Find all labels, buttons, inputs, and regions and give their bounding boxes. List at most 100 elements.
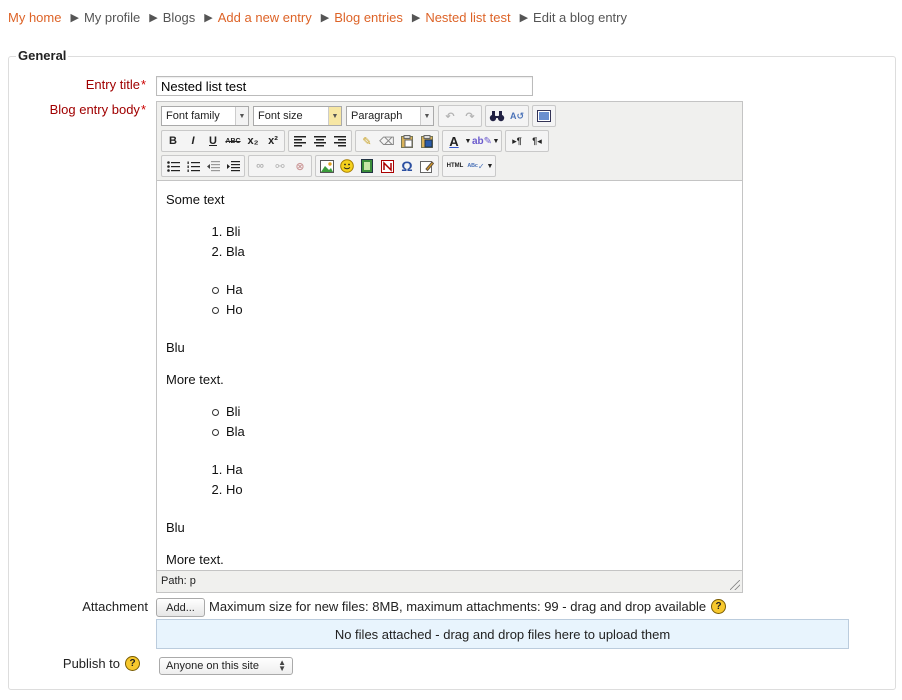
text-style-group: B I U ABC x₂ x²	[161, 130, 285, 152]
add-attachment-button[interactable]: Add...	[156, 598, 205, 617]
spellcheck-icon[interactable]: ᴬᴮᶜ✓	[466, 156, 486, 176]
chevron-down-icon: ▼	[235, 107, 248, 125]
outdent-icon[interactable]	[203, 156, 223, 176]
content-paragraph: More text.	[166, 372, 224, 387]
breadcrumb-blogs[interactable]: Blogs	[163, 10, 196, 25]
file-dropzone[interactable]: No files attached - drag and drop files …	[156, 619, 849, 649]
editor-content-area[interactable]: Some text Bli Bla Ha Ho Blu More text. B…	[157, 180, 742, 571]
cleanup-icon[interactable]: ✎	[357, 131, 377, 151]
content-paragraph: Blu	[166, 340, 185, 355]
list-item: Ha	[226, 460, 733, 480]
bold-button[interactable]: B	[163, 131, 183, 151]
rich-text-editor: Font family ▼ Font size ▼ Paragraph ▼ ↶ …	[156, 101, 743, 593]
breadcrumb-add-new-entry[interactable]: Add a new entry	[218, 10, 312, 25]
chevron-down-icon: ▼	[420, 107, 433, 125]
subscript-button[interactable]: x₂	[243, 131, 263, 151]
editor-statusbar: Path: p	[157, 572, 742, 592]
blog-entry-body-label: Blog entry body*	[6, 102, 146, 117]
nonbreaking-icon[interactable]	[377, 156, 397, 176]
image-icon[interactable]	[317, 156, 337, 176]
entry-title-input[interactable]	[156, 76, 533, 96]
superscript-button[interactable]: x²	[263, 131, 283, 151]
undo-icon[interactable]: ↶	[440, 106, 460, 126]
font-size-select[interactable]: Font size ▼	[253, 106, 342, 126]
eraser-icon[interactable]: ⌫	[377, 131, 397, 151]
breadcrumb-blog-entries[interactable]: Blog entries	[334, 10, 403, 25]
content-ordered-list: Ha Ho	[166, 460, 733, 499]
undo-redo-group: ↶ ↷	[438, 105, 482, 127]
edit-icon[interactable]	[417, 156, 437, 176]
strikethrough-button[interactable]: ABC	[223, 131, 243, 151]
content-paragraph: Blu	[166, 520, 185, 535]
align-left-icon[interactable]	[290, 131, 310, 151]
list-item: Ha	[212, 280, 733, 300]
breadcrumb-separator-icon: ▶	[70, 11, 79, 24]
entry-title-label-text: Entry title	[85, 77, 140, 92]
breadcrumb-separator-icon: ▶	[519, 11, 529, 24]
numbered-list-icon[interactable]	[183, 156, 203, 176]
align-center-icon[interactable]	[310, 131, 330, 151]
content-ordered-list: Bli Bla	[166, 222, 733, 261]
list-item: Bli	[212, 402, 733, 422]
fieldset-legend: General	[16, 48, 69, 63]
link-icon[interactable]: ∞	[250, 156, 270, 176]
breadcrumb-separator-icon: ▶	[320, 11, 330, 24]
publish-to-value: Anyone on this site	[166, 660, 259, 672]
list-item: Ho	[212, 300, 733, 320]
font-size-value: Font size	[258, 110, 303, 122]
align-right-icon[interactable]	[330, 131, 350, 151]
chevron-down-icon[interactable]: ▼	[492, 131, 500, 151]
html-spell-group: HTML ᴬᴮᶜ✓ ▼	[442, 155, 496, 177]
emoticon-icon[interactable]	[337, 156, 357, 176]
element-path[interactable]: Path: p	[161, 575, 196, 587]
attachment-info: Maximum size for new files: 8MB, maximum…	[209, 599, 727, 614]
find-icon[interactable]	[487, 106, 507, 126]
ltr-icon[interactable]: ▸¶	[507, 131, 527, 151]
link-group: ∞ ⚯ ⊗	[248, 155, 312, 177]
dropzone-text: No files attached - drag and drop files …	[334, 626, 671, 642]
indent-icon[interactable]	[223, 156, 243, 176]
breadcrumb-separator-icon: ▶	[411, 11, 421, 24]
rtl-icon[interactable]: ¶◂	[527, 131, 547, 151]
blog-entry-body-label-text: Blog entry body	[49, 102, 140, 117]
content-unordered-list: Bli Bla	[166, 402, 733, 441]
chevron-down-icon[interactable]: ▼	[486, 156, 494, 176]
italic-button[interactable]: I	[183, 131, 203, 151]
redo-icon[interactable]: ↷	[460, 106, 480, 126]
paste-word-icon[interactable]	[417, 131, 437, 151]
list-item: Bla	[212, 422, 733, 442]
paste-text-icon[interactable]	[397, 131, 417, 151]
breadcrumb-nested-list-test[interactable]: Nested list test	[425, 10, 510, 25]
font-color-button[interactable]: A	[444, 131, 464, 151]
help-icon[interactable]: ?	[711, 599, 727, 614]
underline-button[interactable]: U	[203, 131, 223, 151]
breadcrumb-separator-icon: ▶	[204, 11, 213, 24]
fullscreen-icon[interactable]	[534, 106, 554, 126]
search-group: A↺	[485, 105, 529, 127]
align-group	[288, 130, 352, 152]
replace-icon[interactable]: A↺	[507, 106, 527, 126]
font-family-select[interactable]: Font family ▼	[161, 106, 249, 126]
required-marker: *	[140, 77, 146, 92]
help-icon[interactable]: ?	[125, 656, 140, 671]
format-select[interactable]: Paragraph ▼	[346, 106, 434, 126]
bullet-list-icon[interactable]	[163, 156, 183, 176]
resize-handle-icon[interactable]	[730, 580, 740, 590]
highlight-icon[interactable]: ab✎	[472, 131, 492, 151]
unlink-icon[interactable]: ⚯	[270, 156, 290, 176]
entry-title-label: Entry title*	[6, 77, 146, 92]
content-paragraph: More text.	[166, 552, 224, 567]
breadcrumb: My home ▶ My profile ▶ Blogs ▶ Add a new en…	[8, 8, 627, 26]
chevron-down-icon[interactable]: ▼	[464, 131, 472, 151]
publish-to-select[interactable]: Anyone on this site ▲ ▼	[159, 657, 293, 675]
nolink-icon[interactable]: ⊗	[290, 156, 310, 176]
breadcrumb-my-profile[interactable]: My profile	[84, 10, 140, 25]
media-icon[interactable]	[357, 156, 377, 176]
clipboard-group: ✎ ⌫	[355, 130, 439, 152]
toolbar-row-3: ∞ ⚯ ⊗ Ω HTML ᴬᴮᶜ✓ ▼	[161, 155, 499, 177]
special-char-icon[interactable]: Ω	[397, 156, 417, 176]
chevron-down-icon: ▼	[328, 107, 341, 125]
html-button[interactable]: HTML	[444, 156, 466, 176]
breadcrumb-my-home[interactable]: My home	[8, 10, 61, 25]
list-item: Bla	[226, 242, 733, 262]
